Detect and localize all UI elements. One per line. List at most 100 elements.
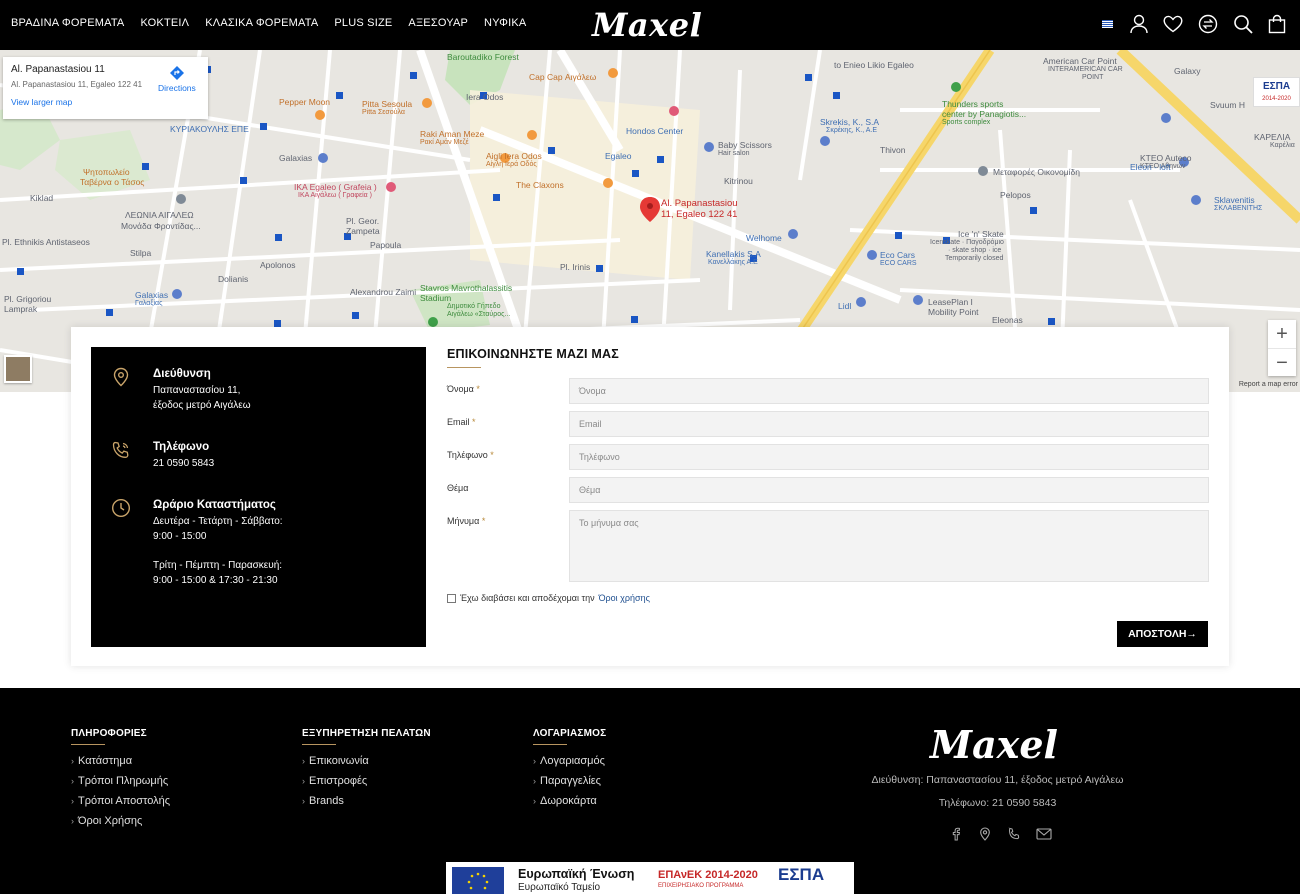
map-zoom-controls: + −	[1268, 320, 1296, 376]
heart-icon[interactable]	[1163, 15, 1183, 33]
chevron-right-icon: ›	[302, 796, 305, 806]
map-label: Sklavenitis	[1214, 195, 1255, 205]
pin-label-line: Al. Papanastasiou	[661, 198, 738, 209]
map-label: Skrekis, K., S.A	[820, 117, 880, 127]
nav-accessories[interactable]: ΑΞΕΣΟΥΑΡ	[408, 17, 468, 29]
footer-link-label: Επιστροφές	[309, 775, 368, 787]
map-label: Kitrinou	[724, 176, 753, 186]
map-label: Stilpa	[130, 248, 152, 258]
bag-icon[interactable]	[1268, 14, 1286, 34]
espa-badge[interactable]: ΕΣΠΑ 2014-2020	[1253, 77, 1300, 107]
footer-link[interactable]: › Παραγγελίες	[533, 775, 606, 795]
store-info-panel: Διεύθυνση Παπαναστασίου 11, έξοδος μετρό…	[91, 347, 426, 647]
footer-logo[interactable]: Maxel	[930, 722, 1058, 767]
footer-link[interactable]: › Τρόποι Πληρωμής	[71, 775, 170, 795]
map-info-card: Al. Papanastasiou 11 Al. Papanastasiou 1…	[3, 57, 208, 119]
footer-col-title: ΕΞΥΠΗΡΕΤΗΣΗ ΠΕΛΑΤΩΝ	[302, 728, 431, 739]
nav-plus-size[interactable]: PLUS SIZE	[334, 17, 392, 29]
user-icon[interactable]	[1130, 14, 1148, 34]
map-label: Svuum H	[1210, 100, 1245, 110]
map-label: Thivon	[880, 145, 906, 155]
map-label: Baby Scissors	[718, 140, 772, 150]
mail-icon[interactable]	[1036, 827, 1052, 841]
label-text: Όνομα	[447, 384, 474, 394]
footer-link[interactable]: › Brands	[302, 795, 431, 815]
footer-link-label: Κατάστημα	[78, 755, 133, 767]
map-label: ΣΚΛΑΒΕΝΙΤΗΣ	[1214, 205, 1263, 212]
map-label: Ρακί Αμάν Μεζέ	[420, 139, 469, 146]
main-nav: ΒΡΑΔΙΝΑ ΦΟΡΕΜΑΤΑ ΚΟΚΤΕΙΛ ΚΛΑΣΙΚΑ ΦΟΡΕΜΑΤ…	[11, 17, 526, 29]
map-label: Welhome	[746, 233, 782, 243]
phone-input[interactable]: Τηλέφωνο	[569, 444, 1209, 470]
nav-classic-dresses[interactable]: ΚΛΑΣΙΚΑ ΦΟΡΕΜΑΤΑ	[205, 17, 318, 29]
subject-input[interactable]: Θέμα	[569, 477, 1209, 503]
eu-funding-banner[interactable]: Ευρωπαϊκή Ένωση Ευρωπαϊκό Ταμείο ΕΠΑνΕΚ …	[446, 862, 854, 894]
site-header: ΒΡΑΔΙΝΑ ΦΟΡΕΜΑΤΑ ΚΟΚΤΕΙΛ ΚΛΑΣΙΚΑ ΦΟΡΕΜΑΤ…	[0, 0, 1300, 50]
zoom-in-button[interactable]: +	[1268, 320, 1296, 348]
terms-checkbox[interactable]	[447, 593, 456, 603]
footer-link[interactable]: › Κατάστημα	[71, 755, 170, 775]
zoom-out-button[interactable]: −	[1268, 348, 1296, 376]
search-icon[interactable]	[1233, 14, 1253, 34]
submit-button[interactable]: ΑΠΟΣΤΟΛΗ→	[1117, 621, 1208, 647]
subject-label: Θέμα	[447, 483, 468, 493]
required-marker: *	[472, 417, 476, 427]
directions-icon	[169, 66, 184, 80]
compare-icon[interactable]	[1198, 14, 1218, 34]
address-line: Παπαναστασίου 11,	[153, 385, 241, 396]
map-label: Galaxias	[279, 153, 313, 163]
espa-badge-years: 2014-2020	[1262, 96, 1291, 102]
footer-link-label: Δωροκάρτα	[540, 795, 597, 807]
map-label: Eco Cars	[880, 250, 915, 260]
terms-row: Έχω διαβάσει και αποδέχομαι την Όροι χρή…	[447, 593, 650, 603]
footer-link[interactable]: › Λογαριασμός	[533, 755, 606, 775]
facebook-icon[interactable]	[949, 827, 963, 841]
footer-link-label: Επικοινωνία	[309, 755, 369, 767]
footer-link[interactable]: › Τρόποι Αποστολής	[71, 795, 170, 815]
email-label: Email *	[447, 417, 476, 427]
name-label: Όνομα *	[447, 384, 480, 394]
directions-button[interactable]: Directions	[158, 65, 196, 93]
phone-title: Τηλέφωνο	[153, 441, 210, 453]
footer-link[interactable]: › Επικοινωνία	[302, 755, 431, 775]
map-label: Μεταφορές Οικονομίδη	[993, 167, 1080, 177]
flag-icon[interactable]	[1102, 20, 1113, 28]
phone-icon[interactable]	[1007, 827, 1021, 841]
hours-line: 9:00 - 15:00	[153, 531, 207, 542]
report-map-error-link[interactable]: Report a map error	[1239, 381, 1298, 388]
map-label: ΙΚΑ Αιγάλεω ( Γραφεία )	[298, 192, 372, 199]
terms-text: Έχω διαβάσει και αποδέχομαι την	[460, 593, 595, 603]
satellite-toggle[interactable]	[4, 355, 32, 383]
map-label: Mobility Point	[928, 307, 979, 317]
footer-link[interactable]: › Επιστροφές	[302, 775, 431, 795]
nav-evening-dresses[interactable]: ΒΡΑΔΙΝΑ ΦΟΡΕΜΑΤΑ	[11, 17, 124, 29]
contact-card: Διεύθυνση Παπαναστασίου 11, έξοδος μετρό…	[71, 327, 1229, 666]
footer-col-info: ΠΛΗΡΟΦΟΡΙΕΣ › Κατάστημα › Τρόποι Πληρωμής …	[71, 728, 170, 835]
footer-link[interactable]: › Δωροκάρτα	[533, 795, 606, 815]
submit-label: ΑΠΟΣΤΟΛΗ	[1128, 628, 1187, 640]
label-text: Θέμα	[447, 483, 469, 493]
name-input[interactable]: Όνομα	[569, 378, 1209, 404]
message-label: Μήνυμα *	[447, 516, 485, 526]
map-label: Dolianis	[218, 274, 249, 284]
header-icons	[1102, 14, 1286, 34]
footer-link[interactable]: › Όροι Χρήσης	[71, 815, 170, 835]
nav-bridal[interactable]: ΝΥΦΙΚΑ	[484, 17, 526, 29]
eu-flag-icon	[452, 867, 504, 894]
site-logo[interactable]: Maxel	[592, 6, 702, 44]
nav-cocktail[interactable]: ΚΟΚΤΕΙΛ	[140, 17, 189, 29]
message-textarea[interactable]: Το μήνυμα σας	[569, 510, 1209, 582]
terms-link[interactable]: Όροι χρήσης	[599, 593, 650, 603]
map-label: Papoula	[370, 240, 402, 250]
address-title: Διεύθυνση	[153, 368, 211, 380]
map-label: Pepper Moon	[279, 97, 331, 107]
footer-link-label: Τρόποι Πληρωμής	[78, 775, 169, 787]
map-label: Lamprak	[4, 304, 38, 314]
map-label: Eleonas	[992, 315, 1023, 325]
map-label: The Claxons	[516, 180, 564, 190]
email-input[interactable]: Email	[569, 411, 1209, 437]
phone-value[interactable]: 21 0590 5843	[153, 456, 413, 471]
map-label: Lidl	[838, 301, 852, 311]
location-icon[interactable]	[978, 827, 992, 841]
view-larger-map-link[interactable]: View larger map	[11, 97, 200, 107]
